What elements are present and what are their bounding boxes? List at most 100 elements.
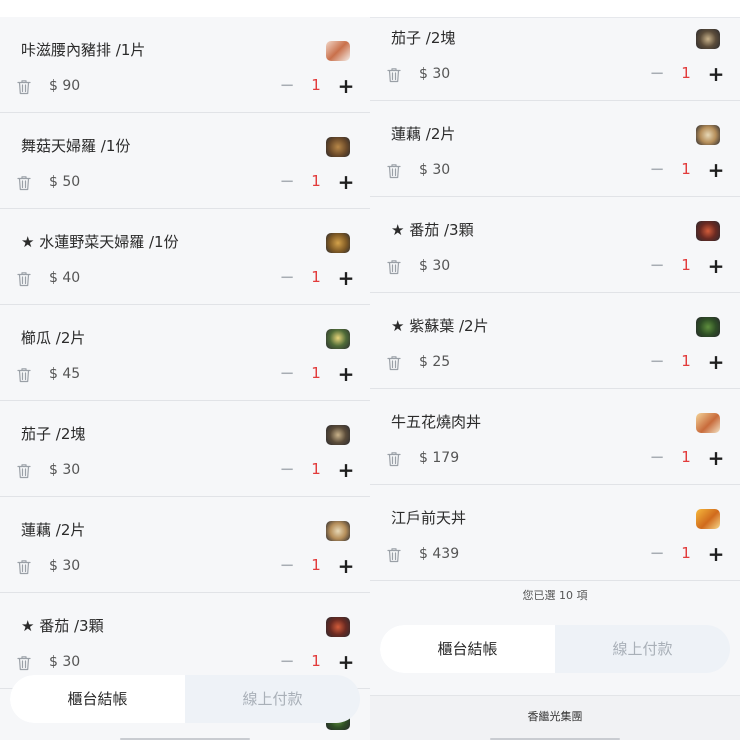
- minus-icon[interactable]: −: [272, 361, 302, 387]
- item-name: 舞菇天婦羅 /1份: [21, 137, 131, 155]
- cart-screen-right: 茄子 /2塊 $ 30−1 + 蓮藕 /2片 $ 30−1 + ★ 番茄 /3顆 $ 30−1…: [370, 0, 740, 740]
- quantity-value: 1: [681, 352, 691, 370]
- trash-icon[interactable]: [387, 259, 401, 275]
- currency-symbol: $: [49, 174, 58, 190]
- price-value: 30: [62, 558, 81, 574]
- plus-icon[interactable]: +: [334, 361, 358, 387]
- item-thumbnail: [326, 617, 350, 637]
- minus-icon[interactable]: −: [642, 253, 672, 279]
- quantity-value: 1: [681, 256, 691, 274]
- item-name: ★ 紫蘇葉 /2片: [391, 317, 489, 335]
- trash-icon[interactable]: [387, 451, 401, 467]
- currency-symbol: $: [49, 366, 58, 382]
- quantity-value: 1: [311, 460, 321, 478]
- trash-icon[interactable]: [387, 67, 401, 83]
- plus-icon[interactable]: +: [334, 169, 358, 195]
- quantity-value: 1: [311, 268, 321, 286]
- trash-icon[interactable]: [387, 547, 401, 563]
- minus-icon[interactable]: −: [642, 61, 672, 87]
- plus-icon[interactable]: +: [334, 265, 358, 291]
- item-price: $ 30: [49, 654, 80, 670]
- cart-item: 蓮藕 /2片 $ 30 −1 +: [370, 101, 740, 197]
- minus-icon[interactable]: −: [272, 457, 302, 483]
- trash-icon[interactable]: [17, 559, 31, 575]
- item-name: ★ 番茄 /3顆: [21, 617, 104, 635]
- trash-icon[interactable]: [17, 655, 31, 671]
- quantity-value: 1: [311, 172, 321, 190]
- price-value: 179: [432, 450, 460, 466]
- online-payment-button[interactable]: 線上付款: [185, 675, 360, 723]
- item-thumbnail: [696, 125, 720, 145]
- price-value: 90: [62, 78, 81, 94]
- minus-icon[interactable]: −: [642, 445, 672, 471]
- minus-icon[interactable]: −: [272, 553, 302, 579]
- plus-icon[interactable]: +: [704, 157, 728, 183]
- minus-icon[interactable]: −: [272, 265, 302, 291]
- item-price: $ 30: [419, 162, 450, 178]
- payment-toggle: 櫃台結帳 線上付款: [380, 625, 730, 673]
- price-value: 45: [62, 366, 81, 382]
- minus-icon[interactable]: −: [642, 157, 672, 183]
- item-name: 蓮藕 /2片: [21, 521, 86, 539]
- item-name: 茄子 /2塊: [391, 29, 456, 47]
- trash-icon[interactable]: [17, 175, 31, 191]
- item-name: 江戶前天丼: [391, 509, 467, 527]
- currency-symbol: $: [49, 270, 58, 286]
- plus-icon[interactable]: +: [704, 61, 728, 87]
- counter-checkout-button[interactable]: 櫃台結帳: [10, 675, 185, 723]
- minus-icon[interactable]: −: [272, 73, 302, 99]
- trash-icon[interactable]: [17, 463, 31, 479]
- plus-icon[interactable]: +: [704, 349, 728, 375]
- quantity-value: 1: [311, 364, 321, 382]
- item-thumbnail: [696, 29, 720, 49]
- plus-icon[interactable]: +: [704, 445, 728, 471]
- item-thumbnail: [696, 413, 720, 433]
- price-value: 30: [62, 462, 81, 478]
- item-price: $ 40: [49, 270, 80, 286]
- price-value: 50: [62, 174, 81, 190]
- item-price: $ 50: [49, 174, 80, 190]
- minus-icon[interactable]: −: [272, 649, 302, 675]
- trash-icon[interactable]: [17, 271, 31, 287]
- item-thumbnail: [696, 221, 720, 241]
- minus-icon[interactable]: −: [642, 349, 672, 375]
- plus-icon[interactable]: +: [334, 649, 358, 675]
- item-price: $ 179: [419, 450, 459, 466]
- plus-icon[interactable]: +: [704, 253, 728, 279]
- currency-symbol: $: [49, 78, 58, 94]
- online-payment-button[interactable]: 線上付款: [555, 625, 730, 673]
- minus-icon[interactable]: −: [642, 541, 672, 567]
- currency-symbol: $: [49, 558, 58, 574]
- counter-checkout-button[interactable]: 櫃台結帳: [380, 625, 555, 673]
- item-price: $ 90: [49, 78, 80, 94]
- trash-icon[interactable]: [387, 163, 401, 179]
- item-name: ★ 番茄 /3顆: [391, 221, 474, 239]
- currency-symbol: $: [419, 354, 428, 370]
- item-price: $ 30: [49, 462, 80, 478]
- plus-icon[interactable]: +: [334, 553, 358, 579]
- quantity-value: 1: [681, 448, 691, 466]
- item-name: 咔滋腰內豬排 /1片: [21, 41, 146, 59]
- cart-item: ★ 紫蘇葉 /2片 $ 25 −1 +: [370, 293, 740, 389]
- cart-item: 櫛瓜 /2片 $ 45 −1 +: [0, 305, 370, 401]
- trash-icon[interactable]: [387, 355, 401, 371]
- trash-icon[interactable]: [17, 79, 31, 95]
- plus-icon[interactable]: +: [334, 457, 358, 483]
- currency-symbol: $: [49, 654, 58, 670]
- currency-symbol: $: [49, 462, 58, 478]
- plus-icon[interactable]: +: [704, 541, 728, 567]
- price-value: 40: [62, 270, 81, 286]
- price-value: 30: [432, 258, 451, 274]
- item-thumbnail: [326, 137, 350, 157]
- cart-item: 牛五花燒肉丼 $ 179 −1 +: [370, 389, 740, 485]
- minus-icon[interactable]: −: [272, 169, 302, 195]
- plus-icon[interactable]: +: [334, 73, 358, 99]
- currency-symbol: $: [419, 162, 428, 178]
- quantity-value: 1: [681, 544, 691, 562]
- item-price: $ 30: [419, 258, 450, 274]
- price-value: 30: [62, 654, 81, 670]
- price-value: 25: [432, 354, 451, 370]
- price-value: 30: [432, 66, 451, 82]
- quantity-value: 1: [311, 556, 321, 574]
- trash-icon[interactable]: [17, 367, 31, 383]
